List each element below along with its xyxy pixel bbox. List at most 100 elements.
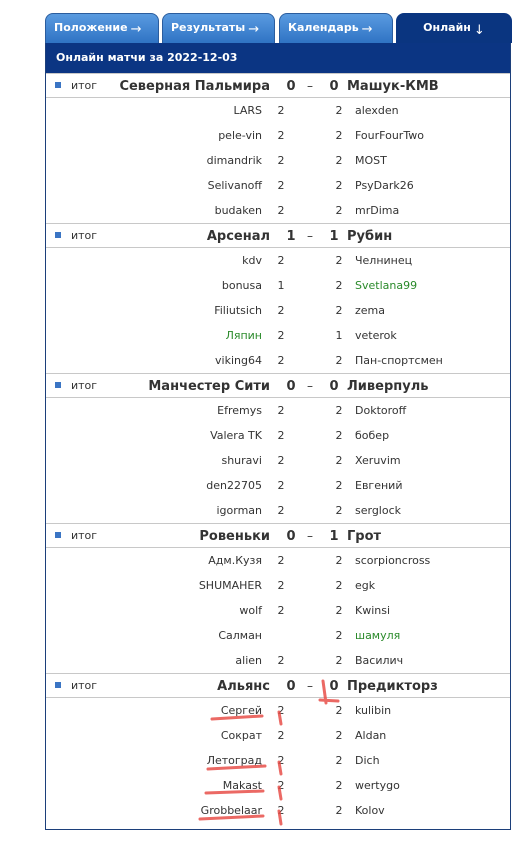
away-team[interactable]: Машук-КМВ: [347, 79, 439, 94]
away-player[interactable]: kulibin: [355, 704, 391, 717]
away-player[interactable]: Svetlana99: [355, 279, 417, 292]
home-player[interactable]: Ляпин: [226, 329, 262, 342]
home-player[interactable]: budaken: [215, 204, 262, 217]
match-header[interactable]: итог Ровеньки 0– 1 Грот: [46, 523, 510, 548]
home-team[interactable]: Ровеньки: [199, 529, 270, 544]
away-player[interactable]: Dich: [355, 754, 380, 767]
home-player[interactable]: Сергей: [221, 704, 262, 717]
away-player-score: 2: [335, 804, 343, 817]
away-player[interactable]: Челнинец: [355, 254, 412, 267]
score-separator: –: [307, 379, 313, 393]
away-player[interactable]: шамуля: [355, 629, 400, 642]
arrow-right-icon: →: [248, 22, 260, 37]
home-player[interactable]: den22705: [206, 479, 262, 492]
away-player[interactable]: scorpioncross: [355, 554, 430, 567]
away-player[interactable]: zema: [355, 304, 385, 317]
away-player[interactable]: Пан-спортсмен: [355, 354, 443, 367]
match-header[interactable]: итог Северная Пальмира 0–0 Машук-КМВ: [46, 73, 510, 98]
away-player[interactable]: Евгений: [355, 479, 402, 492]
home-player-score: 2: [277, 654, 285, 667]
away-player[interactable]: mrDima: [355, 204, 399, 217]
player-row: Filiutsich 2 2 zema: [46, 298, 510, 323]
tab-standings[interactable]: Положение →: [45, 13, 159, 43]
player-row: Летоград 2 2 Dich: [46, 748, 510, 773]
match-header[interactable]: итог Манчестер Сити 0–0 Ливерпуль: [46, 373, 510, 398]
arrow-right-icon: →: [130, 22, 142, 37]
tab-results[interactable]: Результаты →: [162, 13, 275, 43]
online-matches-panel: Онлайн матчи за 2022-12-03 итог Северная …: [45, 43, 511, 830]
home-player-score: 2: [277, 179, 285, 192]
away-player[interactable]: PsyDark26: [355, 179, 414, 192]
tab-online[interactable]: Онлайн ↓: [396, 13, 512, 43]
home-player[interactable]: Filiutsich: [214, 304, 262, 317]
home-player-score: 2: [277, 604, 285, 617]
away-player[interactable]: MOST: [355, 154, 387, 167]
home-player[interactable]: kdv: [242, 254, 262, 267]
tab-calendar[interactable]: Календарь →: [279, 13, 393, 43]
match-status: итог: [71, 379, 98, 392]
home-team[interactable]: Арсенал: [207, 229, 270, 244]
home-player[interactable]: dimandrik: [207, 154, 262, 167]
bullet-icon: [55, 382, 61, 388]
away-player-score: 2: [335, 179, 343, 192]
home-team[interactable]: Северная Пальмира: [119, 79, 270, 94]
arrow-right-icon: →: [361, 22, 373, 37]
home-player[interactable]: Салман: [218, 629, 262, 642]
home-player[interactable]: wolf: [239, 604, 262, 617]
away-player[interactable]: alexden: [355, 104, 399, 117]
home-player-score: 2: [277, 729, 285, 742]
match-header[interactable]: итог Альянс 0–0 Предикторз: [46, 673, 510, 698]
player-row: igorman 2 2 serglock: [46, 498, 510, 523]
home-team[interactable]: Альянс: [217, 679, 270, 694]
home-player[interactable]: alien: [235, 654, 262, 667]
away-player[interactable]: Xeruvim: [355, 454, 401, 467]
home-player[interactable]: Selivanoff: [208, 179, 262, 192]
away-player[interactable]: wertygo: [355, 779, 400, 792]
away-player[interactable]: FourFourTwo: [355, 129, 424, 142]
away-score: 0: [329, 79, 339, 94]
home-player[interactable]: pele-vin: [218, 129, 262, 142]
home-player[interactable]: igorman: [216, 504, 262, 517]
home-player[interactable]: LARS: [233, 104, 262, 117]
home-player[interactable]: shuravi: [221, 454, 262, 467]
away-player[interactable]: Kwinsi: [355, 604, 390, 617]
home-team[interactable]: Манчестер Сити: [148, 379, 270, 394]
away-team[interactable]: Ливерпуль: [347, 379, 428, 394]
player-row: alien 2 2 Василич: [46, 648, 510, 673]
away-player-score: 2: [335, 104, 343, 117]
home-player[interactable]: Efremys: [217, 404, 262, 417]
home-score: 1: [286, 229, 296, 244]
away-player[interactable]: egk: [355, 579, 375, 592]
away-player[interactable]: бобер: [355, 429, 389, 442]
tab-label: Онлайн: [423, 21, 471, 34]
away-player-score: 2: [335, 754, 343, 767]
home-player[interactable]: viking64: [215, 354, 262, 367]
home-player-score: 2: [277, 554, 285, 567]
home-player[interactable]: Grobbelaar: [201, 804, 262, 817]
home-player[interactable]: bonusa: [222, 279, 262, 292]
away-player[interactable]: veterok: [355, 329, 397, 342]
player-row: Сергей 2 2 kulibin: [46, 698, 510, 723]
away-player[interactable]: Kolov: [355, 804, 385, 817]
bullet-icon: [55, 82, 61, 88]
home-player[interactable]: Сократ: [221, 729, 262, 742]
home-player-score: 2: [277, 804, 285, 817]
away-player[interactable]: Василич: [355, 654, 403, 667]
home-player-score: 2: [277, 129, 285, 142]
away-team[interactable]: Рубин: [347, 229, 392, 244]
away-team[interactable]: Грот: [347, 529, 381, 544]
home-player[interactable]: Адм.Кузя: [208, 554, 262, 567]
home-player-score: 2: [277, 704, 285, 717]
home-player[interactable]: Valera TK: [210, 429, 262, 442]
home-player[interactable]: SHUMAHER: [199, 579, 262, 592]
match-header[interactable]: итог Арсенал 1–1 Рубин: [46, 223, 510, 248]
away-team[interactable]: Предикторз: [347, 679, 438, 694]
player-row: LARS 2 2 alexden: [46, 98, 510, 123]
away-player[interactable]: Doktoroff: [355, 404, 406, 417]
away-score: 1: [329, 529, 339, 544]
home-player[interactable]: Makast: [223, 779, 262, 792]
home-player[interactable]: Летоград: [207, 754, 262, 767]
away-player[interactable]: serglock: [355, 504, 401, 517]
away-player[interactable]: Aldan: [355, 729, 386, 742]
player-row: Адм.Кузя 2 2 scorpioncross: [46, 548, 510, 573]
